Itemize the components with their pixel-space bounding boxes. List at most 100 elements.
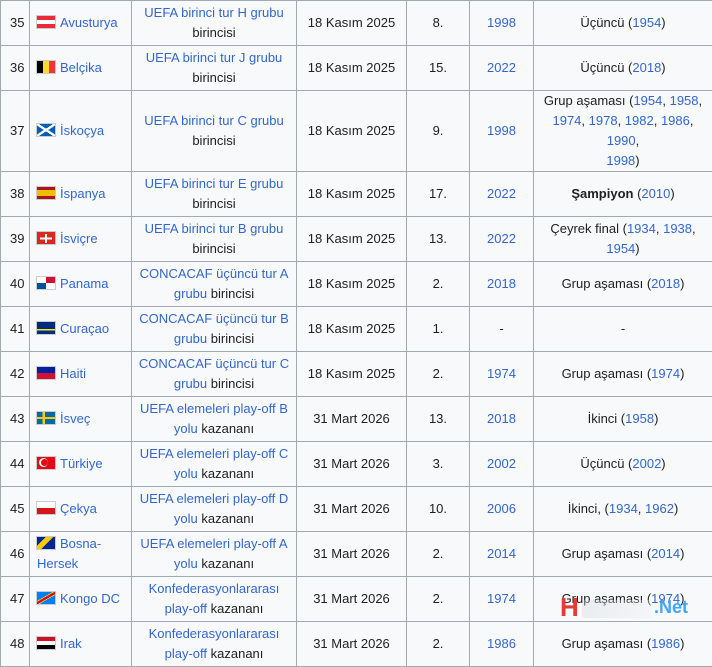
flag-czechia-icon [37, 502, 55, 514]
year-link[interactable]: 2002 [632, 456, 661, 471]
last-appearance-link[interactable]: 2022 [487, 60, 516, 75]
best-result-text: Üçüncü ( [580, 15, 632, 30]
team-link[interactable]: İsviçre [60, 231, 98, 246]
year-link[interactable]: 1954 [632, 15, 661, 30]
cell-qualification: UEFA birinci tur E grubu birincisi [132, 172, 297, 217]
year-link[interactable]: 1982 [625, 113, 654, 128]
table-row: 39İsviçreUEFA birinci tur B grubu birinc… [1, 217, 712, 262]
last-appearance-link[interactable]: 1974 [487, 591, 516, 606]
cell-rank: 48 [1, 622, 30, 667]
cell-best-result: Grup aşaması (2018) [534, 262, 712, 307]
last-appearance-link[interactable]: 2022 [487, 231, 516, 246]
last-appearance-link[interactable]: 2006 [487, 501, 516, 516]
qualification-link[interactable]: UEFA birinci tur C grubu [144, 113, 283, 128]
last-appearance-link[interactable]: 2002 [487, 456, 516, 471]
cell-qualification: CONCACAF üçüncü tur B grubu birincisi [132, 307, 297, 352]
qualified-teams-table: 35AvusturyaUEFA birinci tur H grubu biri… [0, 0, 712, 667]
cell-best-result: Grup aşaması (1986) [534, 622, 712, 667]
year-link[interactable]: 1998 [606, 153, 635, 168]
cell-appearances: 1. [407, 307, 470, 352]
cell-date: 18 Kasım 2025 [297, 172, 407, 217]
year-link[interactable]: 1978 [589, 113, 618, 128]
cell-team: Irak [30, 622, 132, 667]
year-link[interactable]: 1962 [645, 501, 674, 516]
last-appearance-link[interactable]: 2022 [487, 186, 516, 201]
year-link[interactable]: 1938 [663, 221, 692, 236]
year-link[interactable]: 1934 [609, 501, 638, 516]
last-appearance-link[interactable]: 1974 [487, 366, 516, 381]
table-row: 46Bosna-HersekUEFA elemeleri play-off A … [1, 532, 712, 577]
qualification-text: birincisi [192, 133, 235, 148]
year-link[interactable]: 2010 [641, 186, 670, 201]
best-result-text: ) [670, 186, 674, 201]
cell-date: 31 Mart 2026 [297, 397, 407, 442]
year-link[interactable]: 1974 [552, 113, 581, 128]
qualification-link[interactable]: UEFA birinci tur B grubu [145, 221, 284, 236]
year-link[interactable]: 1986 [661, 113, 690, 128]
cell-qualification: UEFA elemeleri play-off A yolu kazananı [132, 532, 297, 577]
cell-rank: 36 [1, 46, 30, 91]
qualification-text: birincisi [211, 331, 254, 346]
team-link[interactable]: İskoçya [60, 123, 104, 138]
cell-appearances: 9. [407, 91, 470, 172]
year-link[interactable]: 1954 [633, 93, 662, 108]
cell-rank: 39 [1, 217, 30, 262]
cell-last-appearance: 1974 [470, 352, 534, 397]
cell-appearances: 13. [407, 217, 470, 262]
best-result-text: ) [674, 501, 678, 516]
cell-appearances: 17. [407, 172, 470, 217]
table-row: 44TürkiyeUEFA elemeleri play-off C yolu … [1, 442, 712, 487]
team-link[interactable]: Belçika [60, 60, 102, 75]
cell-best-result: Üçüncü (2002) [534, 442, 712, 487]
cell-date: 18 Kasım 2025 [297, 217, 407, 262]
team-link[interactable]: Avusturya [60, 15, 118, 30]
year-link[interactable]: 1958 [625, 411, 654, 426]
team-link[interactable]: Çekya [60, 501, 97, 516]
last-appearance-link[interactable]: 2018 [487, 411, 516, 426]
cell-team: Panama [30, 262, 132, 307]
cell-last-appearance: 2022 [470, 172, 534, 217]
team-link[interactable]: Türkiye [60, 456, 103, 471]
team-link[interactable]: İspanya [60, 186, 106, 201]
cell-best-result: Grup aşaması (1974) [534, 352, 712, 397]
cell-last-appearance: 2022 [470, 217, 534, 262]
cell-team: Avusturya [30, 1, 132, 46]
best-result-text: , [656, 221, 663, 236]
year-link[interactable]: 1974 [651, 366, 680, 381]
cell-last-appearance: 2014 [470, 532, 534, 577]
team-link[interactable]: Panama [60, 276, 108, 291]
best-result-text: ) [680, 366, 684, 381]
cell-appearances: 2. [407, 352, 470, 397]
team-link[interactable]: Haiti [60, 366, 86, 381]
last-appearance-link[interactable]: 2018 [487, 276, 516, 291]
last-appearance-link[interactable]: 1998 [487, 15, 516, 30]
best-result-text: İkinci, ( [568, 501, 609, 516]
last-appearance-link[interactable]: 2014 [487, 546, 516, 561]
year-link[interactable]: 1954 [606, 241, 635, 256]
year-link[interactable]: 2014 [651, 546, 680, 561]
year-link[interactable]: 1990 [607, 133, 636, 148]
year-link[interactable]: 1958 [670, 93, 699, 108]
table-row: 48IrakKonfederasyonlararası play-off kaz… [1, 622, 712, 667]
team-link[interactable]: Curaçao [60, 321, 109, 336]
flag-switzerland-icon [37, 232, 55, 244]
cell-rank: 43 [1, 397, 30, 442]
qualification-link[interactable]: UEFA birinci tur E grubu [145, 176, 284, 191]
flag-drcongo-icon [37, 592, 55, 604]
cell-team: İsveç [30, 397, 132, 442]
team-link[interactable]: Kongo DC [60, 591, 120, 606]
last-appearance-link[interactable]: 1998 [487, 123, 516, 138]
year-link[interactable]: 2018 [651, 276, 680, 291]
qualification-link[interactable]: UEFA birinci tur J grubu [146, 50, 283, 65]
cell-best-result: Üçüncü (1954) [534, 1, 712, 46]
cell-last-appearance: 2022 [470, 46, 534, 91]
team-link[interactable]: İsveç [60, 411, 90, 426]
flag-turkey-icon [37, 457, 55, 469]
qualification-text: birincisi [192, 70, 235, 85]
qualification-link[interactable]: UEFA birinci tur H grubu [144, 5, 283, 20]
cell-date: 31 Mart 2026 [297, 532, 407, 577]
flag-iraq-icon [37, 637, 55, 649]
year-link[interactable]: 2018 [632, 60, 661, 75]
flag-scotland-icon [37, 124, 55, 136]
year-link[interactable]: 1934 [627, 221, 656, 236]
